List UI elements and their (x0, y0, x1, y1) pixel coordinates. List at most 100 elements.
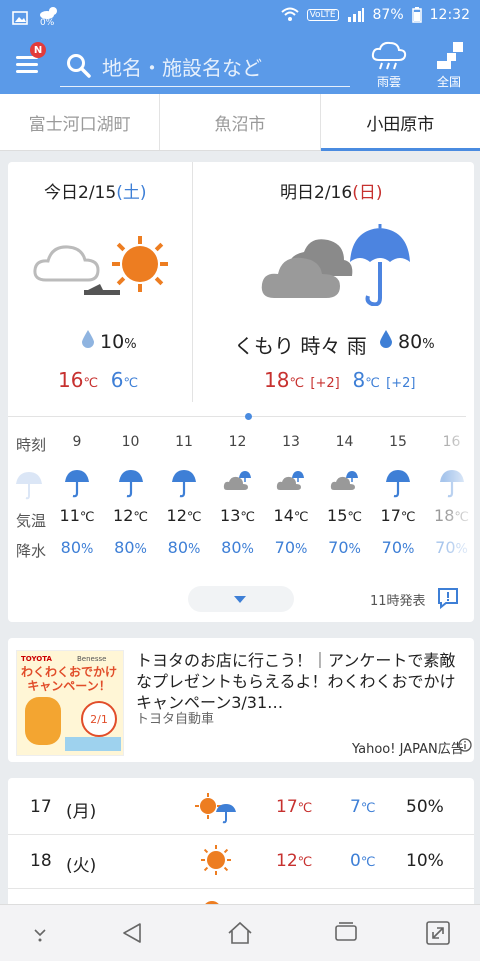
weekly-day: 18 (30, 851, 52, 871)
ad-image[interactable]: TOYOTA Benesse わくわくおでかけ キャンペーン！ 2/1 (16, 650, 124, 756)
weekly-precip: 10% (406, 851, 444, 871)
hour-temp-unit: ℃ (400, 510, 416, 525)
hour-label: 12 (228, 434, 247, 450)
weekly-high: 12℃ (276, 851, 312, 871)
hour-label: 10 (121, 434, 140, 450)
hour-precip: 70% (373, 538, 423, 557)
hour-precip-value: 80 (114, 538, 135, 557)
cloud-umbrella-icon (330, 471, 358, 490)
search-placeholder: 地名・施設名など (102, 56, 262, 80)
hour-weather-icon (266, 468, 316, 498)
hour-precip-value: 80 (221, 538, 242, 557)
weekly-high-unit: ℃ (297, 801, 313, 816)
hour-temp-value: 12 (166, 506, 187, 525)
ad-partner: Benesse (77, 655, 107, 663)
hour-precip: 70% (320, 538, 370, 557)
clock: 12:32 (429, 7, 470, 23)
release-time: 11時発表 (370, 594, 426, 609)
app-header: N 地名・施設名など 雨雲 全国 (0, 32, 480, 94)
hour-temp: 12℃ (159, 506, 209, 525)
weekly-precip: 50% (406, 797, 444, 817)
ad-banner-title: わくわくおでかけ キャンペーン！ (21, 665, 118, 693)
android-nav-bar (0, 904, 480, 961)
hour-temp: 12℃ (106, 506, 156, 525)
hour-temp-unit: ℃ (186, 510, 202, 525)
hour-temp-unit: ℃ (347, 510, 362, 525)
ad-sponsor: トヨタ自動車 (136, 712, 215, 727)
rain-cloud-button[interactable]: 雨雲 (364, 40, 414, 90)
status-bar: 0% VoLTE 87% 12:32 (0, 0, 480, 32)
hour-label: 15 (389, 434, 407, 450)
umbrella-icon (386, 470, 410, 498)
hour-precip-value: 80 (60, 538, 81, 557)
signal-icon (347, 8, 364, 22)
mascot-image (25, 697, 61, 745)
hour-precip: 70% (266, 538, 316, 557)
ad-card[interactable]: TOYOTA Benesse わくわくおでかけ キャンペーン！ 2/1 トヨタの… (8, 638, 474, 762)
battery-percent: 87% (372, 7, 404, 23)
search-input[interactable]: 地名・施設名など (60, 46, 350, 87)
fade-overlay (444, 430, 474, 570)
weekly-row[interactable]: 18 (火) 12℃ 0℃ 10% (8, 834, 474, 889)
volte-icon: VoLTE (306, 9, 339, 21)
hour-precip: 80% (213, 538, 263, 557)
hour-temp: 17℃ (373, 506, 423, 525)
sun-umbrella-icon (195, 793, 236, 824)
hide-bar-icon[interactable] (26, 919, 54, 947)
nationwide-button[interactable]: 全国 (424, 40, 474, 90)
tab-fujikawaguchiko[interactable]: 富士河口湖町 (0, 94, 161, 150)
umbrella-icon (65, 470, 89, 498)
hour-temp-value: 17 (380, 506, 401, 525)
japan-map-icon (437, 42, 463, 69)
data-usage-text: 0% (40, 18, 55, 28)
hour-temp-unit: ℃ (79, 510, 95, 525)
hour-temp-value: 13 (220, 506, 241, 525)
hour-temp-value: 11 (59, 506, 80, 525)
hour-precip-unit: % (241, 542, 254, 557)
hour-label: 14 (335, 434, 354, 450)
weekly-high-unit: ℃ (297, 855, 313, 870)
weekly-high: 17℃ (276, 797, 312, 817)
car-image (65, 737, 121, 751)
hour-temp: 15℃ (320, 506, 370, 525)
hour-precip-value: 70 (381, 538, 402, 557)
battery-icon (411, 7, 422, 23)
hour-label: 9 (72, 434, 82, 450)
expand-button[interactable] (188, 586, 294, 612)
home-icon[interactable] (226, 919, 254, 947)
weekly-low-unit: ℃ (360, 801, 376, 816)
tab-odawara[interactable]: 小田原市 (320, 94, 480, 151)
hour-temp-value: 15 (327, 506, 348, 525)
info-message-icon[interactable] (436, 586, 460, 610)
weekly-weekday: (月) (66, 802, 97, 822)
hour-precip-unit: % (348, 542, 361, 557)
ad-info-icon[interactable] (458, 738, 472, 752)
weekly-forecast: 17 (月) 17℃ 7℃ 50% 18 (火) 12℃ 0℃ 10% (8, 778, 474, 918)
rain-cloud-label: 雨雲 (376, 75, 401, 89)
weekly-low-value: 7 (350, 797, 361, 817)
notification-badge: N (30, 42, 46, 58)
ad-text[interactable]: トヨタのお店に行こう！｜アンケートで素敵なプレゼントもらえるよ！わくわくおでかけ… (136, 650, 466, 713)
image-icon (12, 11, 28, 25)
hour-precip-value: 80 (167, 538, 188, 557)
weekly-weekday: (火) (66, 856, 97, 876)
weekly-day: 17 (30, 797, 52, 817)
hour-precip: 80% (52, 538, 102, 557)
weekly-high-value: 17 (276, 797, 298, 817)
weekly-row[interactable]: 17 (月) 17℃ 7℃ 50% (8, 780, 474, 835)
wifi-icon (280, 7, 299, 21)
hour-precip-unit: % (188, 542, 201, 557)
hour-precip: 80% (106, 538, 156, 557)
recent-apps-icon[interactable] (332, 919, 360, 947)
weekly-low: 7℃ (350, 797, 375, 817)
ad-label: Yahoo! JAPAN広告 (352, 742, 464, 757)
hour-temp-unit: ℃ (240, 510, 255, 525)
weekly-low-unit: ℃ (360, 855, 376, 870)
hour-temp: 14℃ (266, 506, 316, 525)
back-icon[interactable] (118, 919, 146, 947)
tab-uonuma[interactable]: 魚沼市 (160, 94, 321, 150)
cloud-umbrella-icon (223, 471, 251, 490)
hour-temp-unit: ℃ (133, 510, 148, 525)
hour-temp: 11℃ (52, 506, 102, 525)
expand-screen-icon[interactable] (424, 919, 452, 947)
